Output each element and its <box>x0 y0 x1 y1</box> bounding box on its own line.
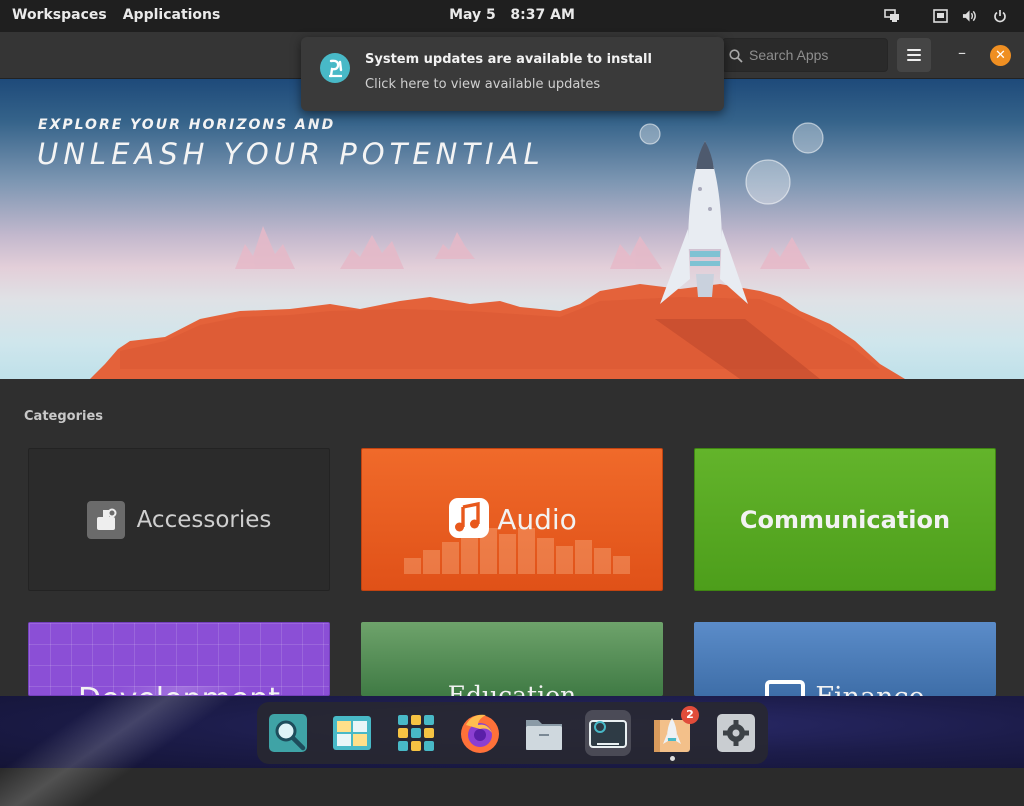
category-tile-communication[interactable]: Communication <box>694 448 996 591</box>
category-tile-development[interactable]: Development <box>28 622 330 696</box>
music-note-icon <box>447 496 491 544</box>
workspaces-button[interactable]: Workspaces <box>12 7 107 23</box>
minimize-button[interactable]: – <box>950 42 974 66</box>
updates-badge: 2 <box>681 706 699 724</box>
dock-settings-icon[interactable] <box>713 710 759 756</box>
accessories-icon <box>86 500 125 539</box>
power-icon[interactable] <box>992 8 1008 24</box>
category-label: Accessories <box>136 506 272 533</box>
main-content: Categories Accessories Audio Communicati… <box>0 379 1024 696</box>
category-label: Audio <box>497 503 577 536</box>
dock-search-icon[interactable] <box>265 710 311 756</box>
search-field[interactable] <box>722 38 888 72</box>
dock-app-grid-icon[interactable] <box>393 710 439 756</box>
notification-body: Click here to view available updates <box>365 77 601 92</box>
dock-pop-shop-icon[interactable]: 2 <box>649 706 699 756</box>
category-tile-audio[interactable]: Audio <box>361 448 663 591</box>
dock: 2 <box>257 702 768 764</box>
clock-time[interactable]: 8:37 AM <box>510 7 574 23</box>
category-tile-finance[interactable]: Finance <box>694 622 996 696</box>
search-input[interactable] <box>749 39 885 71</box>
search-icon <box>729 48 743 67</box>
banner-tagline-large: UNLEASH YOUR POTENTIAL <box>37 137 545 171</box>
category-tile-education[interactable]: Education <box>361 622 663 696</box>
dock-firefox-icon[interactable] <box>457 710 503 756</box>
hamburger-menu-button[interactable] <box>897 38 931 72</box>
banner-tagline-small: EXPLORE YOUR HORIZONS AND <box>38 117 336 133</box>
hero-banner[interactable]: EXPLORE YOUR HORIZONS AND UNLEASH YOUR P… <box>0 79 1024 379</box>
notification-title: System updates are available to install <box>365 52 652 67</box>
volume-icon[interactable] <box>962 8 978 24</box>
close-button[interactable]: ✕ <box>990 45 1011 66</box>
applications-button[interactable]: Applications <box>123 7 221 23</box>
dock-screenshot-icon[interactable] <box>585 710 631 756</box>
category-tile-accessories[interactable]: Accessories <box>28 448 330 591</box>
clock-date[interactable]: May 5 <box>449 7 496 23</box>
categories-heading: Categories <box>24 409 104 424</box>
category-label: Education <box>447 681 577 696</box>
running-indicator <box>670 756 675 761</box>
top-panel: Workspaces Applications May 5 8:37 AM <box>0 0 1024 32</box>
finance-icon <box>765 680 806 696</box>
display-icon[interactable] <box>884 8 900 24</box>
network-wired-icon[interactable] <box>932 8 948 24</box>
dock-files-icon[interactable] <box>521 710 567 756</box>
dock-desktop-icon[interactable] <box>329 710 375 756</box>
update-notification[interactable]: System updates are available to install … <box>301 37 724 111</box>
pop-os-logo-icon <box>320 53 350 83</box>
category-label: Finance <box>815 682 924 696</box>
category-label: Communication <box>739 505 951 534</box>
